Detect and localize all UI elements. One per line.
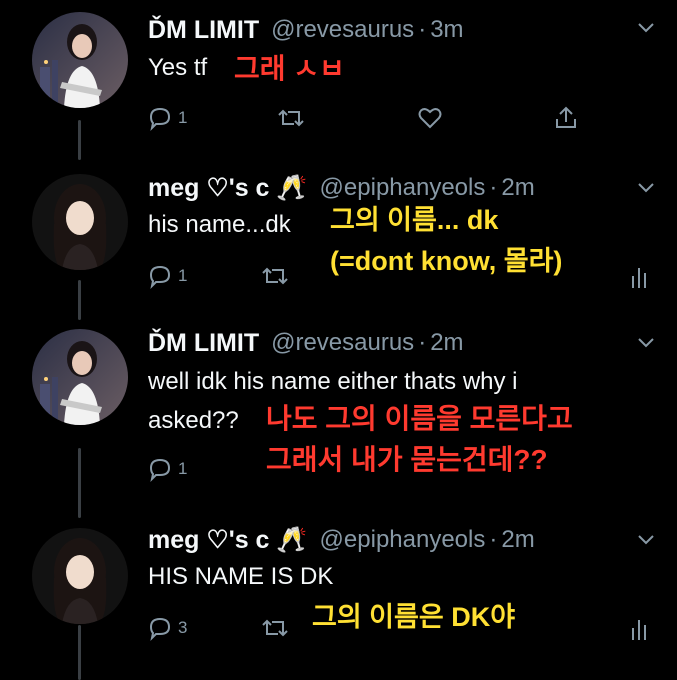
avatar[interactable] — [32, 12, 128, 108]
tweet[interactable]: meg ♡'s c 🥂 @epiphanyeols · 2m his name.… — [0, 170, 677, 310]
analytics-icon — [632, 620, 646, 640]
user-avatar-icon — [32, 12, 128, 108]
analytics-button[interactable] — [630, 260, 652, 292]
translation-caption: 나도 그의 이름을 모른다고 — [266, 403, 573, 434]
separator: · — [418, 329, 427, 356]
user-handle[interactable]: @epiphanyeols — [320, 174, 486, 202]
retweet-icon — [262, 267, 288, 285]
reply-count: 1 — [178, 108, 188, 127]
separator: · — [418, 16, 427, 43]
tweet-text: his name...dk — [148, 211, 291, 238]
reply-count: 1 — [178, 266, 188, 285]
retweet-icon — [278, 109, 304, 127]
chevron-down-icon[interactable] — [636, 333, 656, 353]
timestamp[interactable]: 2m — [501, 174, 534, 202]
translation-caption: 그의 이름... dk — [330, 205, 499, 235]
reply-icon — [149, 458, 171, 483]
reply-icon — [149, 107, 171, 132]
tweet-header: ĎM LIMIT @revesaurus · 3m — [148, 12, 464, 48]
chevron-down-icon[interactable] — [636, 178, 656, 198]
tweet-header: meg ♡'s c 🥂 @epiphanyeols · 2m — [148, 170, 535, 206]
retweet-button[interactable] — [260, 260, 290, 292]
analytics-icon — [632, 268, 646, 288]
display-name[interactable]: ĎM LIMIT — [148, 16, 259, 45]
reply-icon — [149, 265, 171, 290]
reply-button[interactable]: 1 — [146, 102, 187, 134]
separator: · — [489, 526, 498, 553]
heart-icon — [418, 108, 442, 129]
share-button[interactable] — [552, 102, 580, 134]
translation-caption: 그의 이름은 DK야 — [312, 602, 516, 632]
share-icon — [556, 106, 576, 128]
user-handle[interactable]: @revesaurus — [271, 329, 414, 357]
tweet-header: ĎM LIMIT @revesaurus · 2m — [148, 325, 464, 361]
retweet-button[interactable] — [260, 612, 290, 644]
user-handle[interactable]: @revesaurus — [271, 16, 414, 44]
user-avatar-icon — [32, 174, 128, 270]
tweet-actions: 1 — [146, 102, 646, 134]
user-avatar-icon — [32, 528, 128, 624]
tweet-text: Yes tf — [148, 54, 208, 81]
tweet-text-line-1: well idk his name either thats why i — [148, 368, 518, 395]
tweet-text-line-2: asked?? — [148, 407, 239, 434]
user-handle[interactable]: @epiphanyeols — [320, 526, 486, 554]
tweet-text: HIS NAME IS DK — [148, 563, 334, 590]
like-button[interactable] — [416, 102, 444, 134]
timestamp[interactable]: 2m — [430, 329, 463, 357]
display-name[interactable]: ĎM LIMIT — [148, 329, 259, 358]
avatar[interactable] — [32, 329, 128, 425]
analytics-button[interactable] — [630, 612, 652, 644]
translation-caption: 그래 ㅅㅂ — [234, 53, 345, 84]
tweet[interactable]: meg ♡'s c 🥂 @epiphanyeols · 2m HIS NAME … — [0, 522, 677, 672]
translation-caption: 그래서 내가 묻는건데?? — [266, 444, 548, 475]
chevron-down-icon[interactable] — [636, 18, 656, 38]
display-name[interactable]: meg ♡'s c 🥂 — [148, 173, 308, 203]
avatar[interactable] — [32, 174, 128, 270]
reply-icon — [149, 617, 171, 642]
user-avatar-icon — [32, 329, 128, 425]
chevron-down-icon[interactable] — [636, 530, 656, 550]
retweet-button[interactable] — [276, 102, 306, 134]
separator: · — [489, 174, 498, 201]
reply-button[interactable]: 3 — [146, 612, 187, 644]
reply-count: 1 — [178, 459, 188, 478]
timestamp[interactable]: 3m — [430, 16, 463, 44]
reply-button[interactable]: 1 — [146, 260, 187, 292]
avatar[interactable] — [32, 528, 128, 624]
reply-count: 3 — [178, 618, 188, 637]
translation-caption: (=dont know, 몰라) — [330, 246, 563, 276]
timestamp[interactable]: 2m — [501, 526, 534, 554]
tweet-header: meg ♡'s c 🥂 @epiphanyeols · 2m — [148, 522, 535, 558]
display-name[interactable]: meg ♡'s c 🥂 — [148, 525, 308, 555]
retweet-icon — [262, 619, 288, 637]
reply-button[interactable]: 1 — [146, 453, 187, 485]
